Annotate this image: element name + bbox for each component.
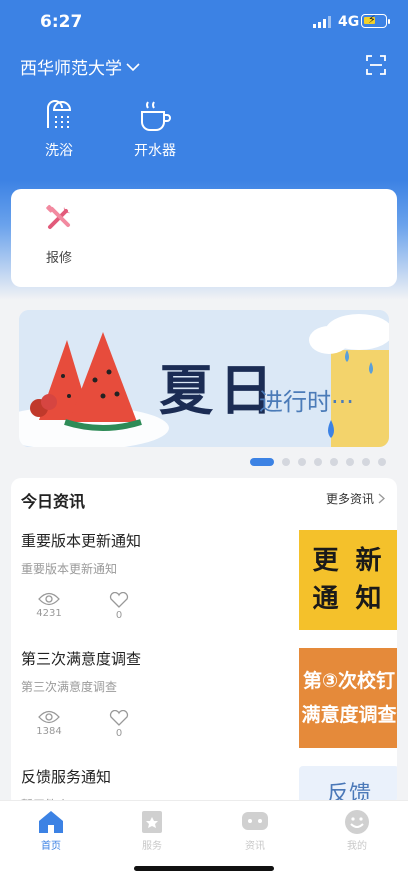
battery-cap (388, 19, 390, 24)
service-icon (142, 811, 162, 833)
tab-label: 资讯 (245, 841, 265, 852)
quick-action-label: 洗浴 (45, 143, 73, 159)
news-item-title: 第三次满意度调查 (21, 650, 142, 668)
pagination-dot[interactable] (330, 458, 338, 466)
water-heater-icon (141, 101, 171, 131)
more-news-link[interactable]: 更多资讯 (326, 490, 385, 507)
chat-icon (242, 812, 268, 830)
school-name: 西华师范大学 (20, 59, 122, 79)
promo-banner[interactable]: 夏日 进行时··· (19, 310, 389, 447)
thumbnail-text-line1: 第③次校钉 (302, 670, 396, 692)
quick-action-shower[interactable]: 洗浴 (14, 100, 104, 160)
news-item-thumbnail: 第③次校钉 满意度调查 (299, 648, 397, 748)
news-item[interactable]: 重要版本更新通知 重要版本更新通知 4231 0 更 新 通 知 (21, 530, 397, 648)
pagination-dot[interactable] (346, 458, 354, 466)
view-count-value: 4231 (36, 608, 62, 619)
heart-icon (109, 710, 129, 726)
status-bar: 6:27 4G ⚡ (0, 0, 408, 48)
chevron-right-icon (378, 493, 385, 504)
pagination-dot[interactable] (314, 458, 322, 466)
tab-label: 首页 (41, 841, 61, 852)
service-label: 报修 (45, 251, 72, 266)
quick-action-label: 开水器 (134, 143, 176, 159)
smiley-icon (345, 810, 369, 834)
news-item-thumbnail: 更 新 通 知 (299, 530, 397, 630)
more-news-label: 更多资讯 (325, 492, 374, 506)
news-item[interactable]: 第三次满意度调查 第三次满意度调查 1384 0 第③次校钉 满意度调查 (21, 648, 397, 766)
home-icon (39, 811, 63, 833)
pagination-dot[interactable] (362, 458, 370, 466)
battery-icon: ⚡ (361, 13, 387, 28)
tab-service[interactable]: 服务 (122, 809, 182, 852)
banner-subtitle: 进行时··· (259, 388, 354, 416)
heart-icon (109, 592, 129, 608)
news-heading: 今日资讯 (21, 492, 86, 511)
view-count: 4231 (29, 592, 69, 619)
tab-label: 我的 (347, 841, 367, 852)
eye-icon (38, 592, 60, 606)
tab-home[interactable]: 首页 (21, 809, 81, 852)
pagination-dot[interactable] (282, 458, 290, 466)
pagination-dot[interactable] (250, 458, 274, 466)
thumbnail-text-line1: 更 新 (312, 546, 386, 576)
like-count-value: 0 (115, 728, 123, 739)
chevron-down-icon (126, 62, 140, 71)
thumbnail-text-line2: 满意度调查 (301, 704, 397, 726)
like-count[interactable]: 0 (99, 592, 139, 621)
scan-icon[interactable] (366, 55, 386, 75)
tab-label: 服务 (142, 841, 162, 852)
like-count[interactable]: 0 (99, 710, 139, 739)
news-item-summary: 重要版本更新通知 (21, 562, 118, 576)
news-item-title: 重要版本更新通知 (21, 532, 142, 550)
news-item-summary: 第三次满意度调查 (21, 680, 118, 694)
tab-profile[interactable]: 我的 (327, 809, 387, 852)
quick-action-water-heater[interactable]: 开水器 (110, 100, 200, 160)
school-selector[interactable]: 西华师范大学 (20, 54, 140, 79)
repair-tools-icon (46, 204, 70, 229)
network-label: 4G (338, 14, 360, 30)
view-count-value: 1384 (36, 726, 62, 737)
pagination-dot[interactable] (298, 458, 306, 466)
eye-icon (38, 710, 60, 724)
status-time: 6:27 (40, 12, 83, 32)
tab-news[interactable]: 资讯 (225, 809, 285, 852)
view-count: 1384 (29, 710, 69, 737)
signal-icon (313, 16, 331, 28)
services-panel: 报修 (11, 189, 397, 287)
like-count-value: 0 (115, 610, 123, 621)
banner-pagination (250, 458, 386, 466)
thumbnail-text-line2: 通 知 (312, 584, 386, 614)
shower-icon (47, 100, 72, 128)
service-repair[interactable]: 报修 (33, 203, 85, 266)
pagination-dot[interactable] (378, 458, 386, 466)
home-indicator (134, 866, 274, 871)
news-item-title: 反馈服务通知 (21, 768, 112, 786)
news-section: 今日资讯 更多资讯 重要版本更新通知 重要版本更新通知 4231 0 更 新 通… (11, 478, 397, 808)
